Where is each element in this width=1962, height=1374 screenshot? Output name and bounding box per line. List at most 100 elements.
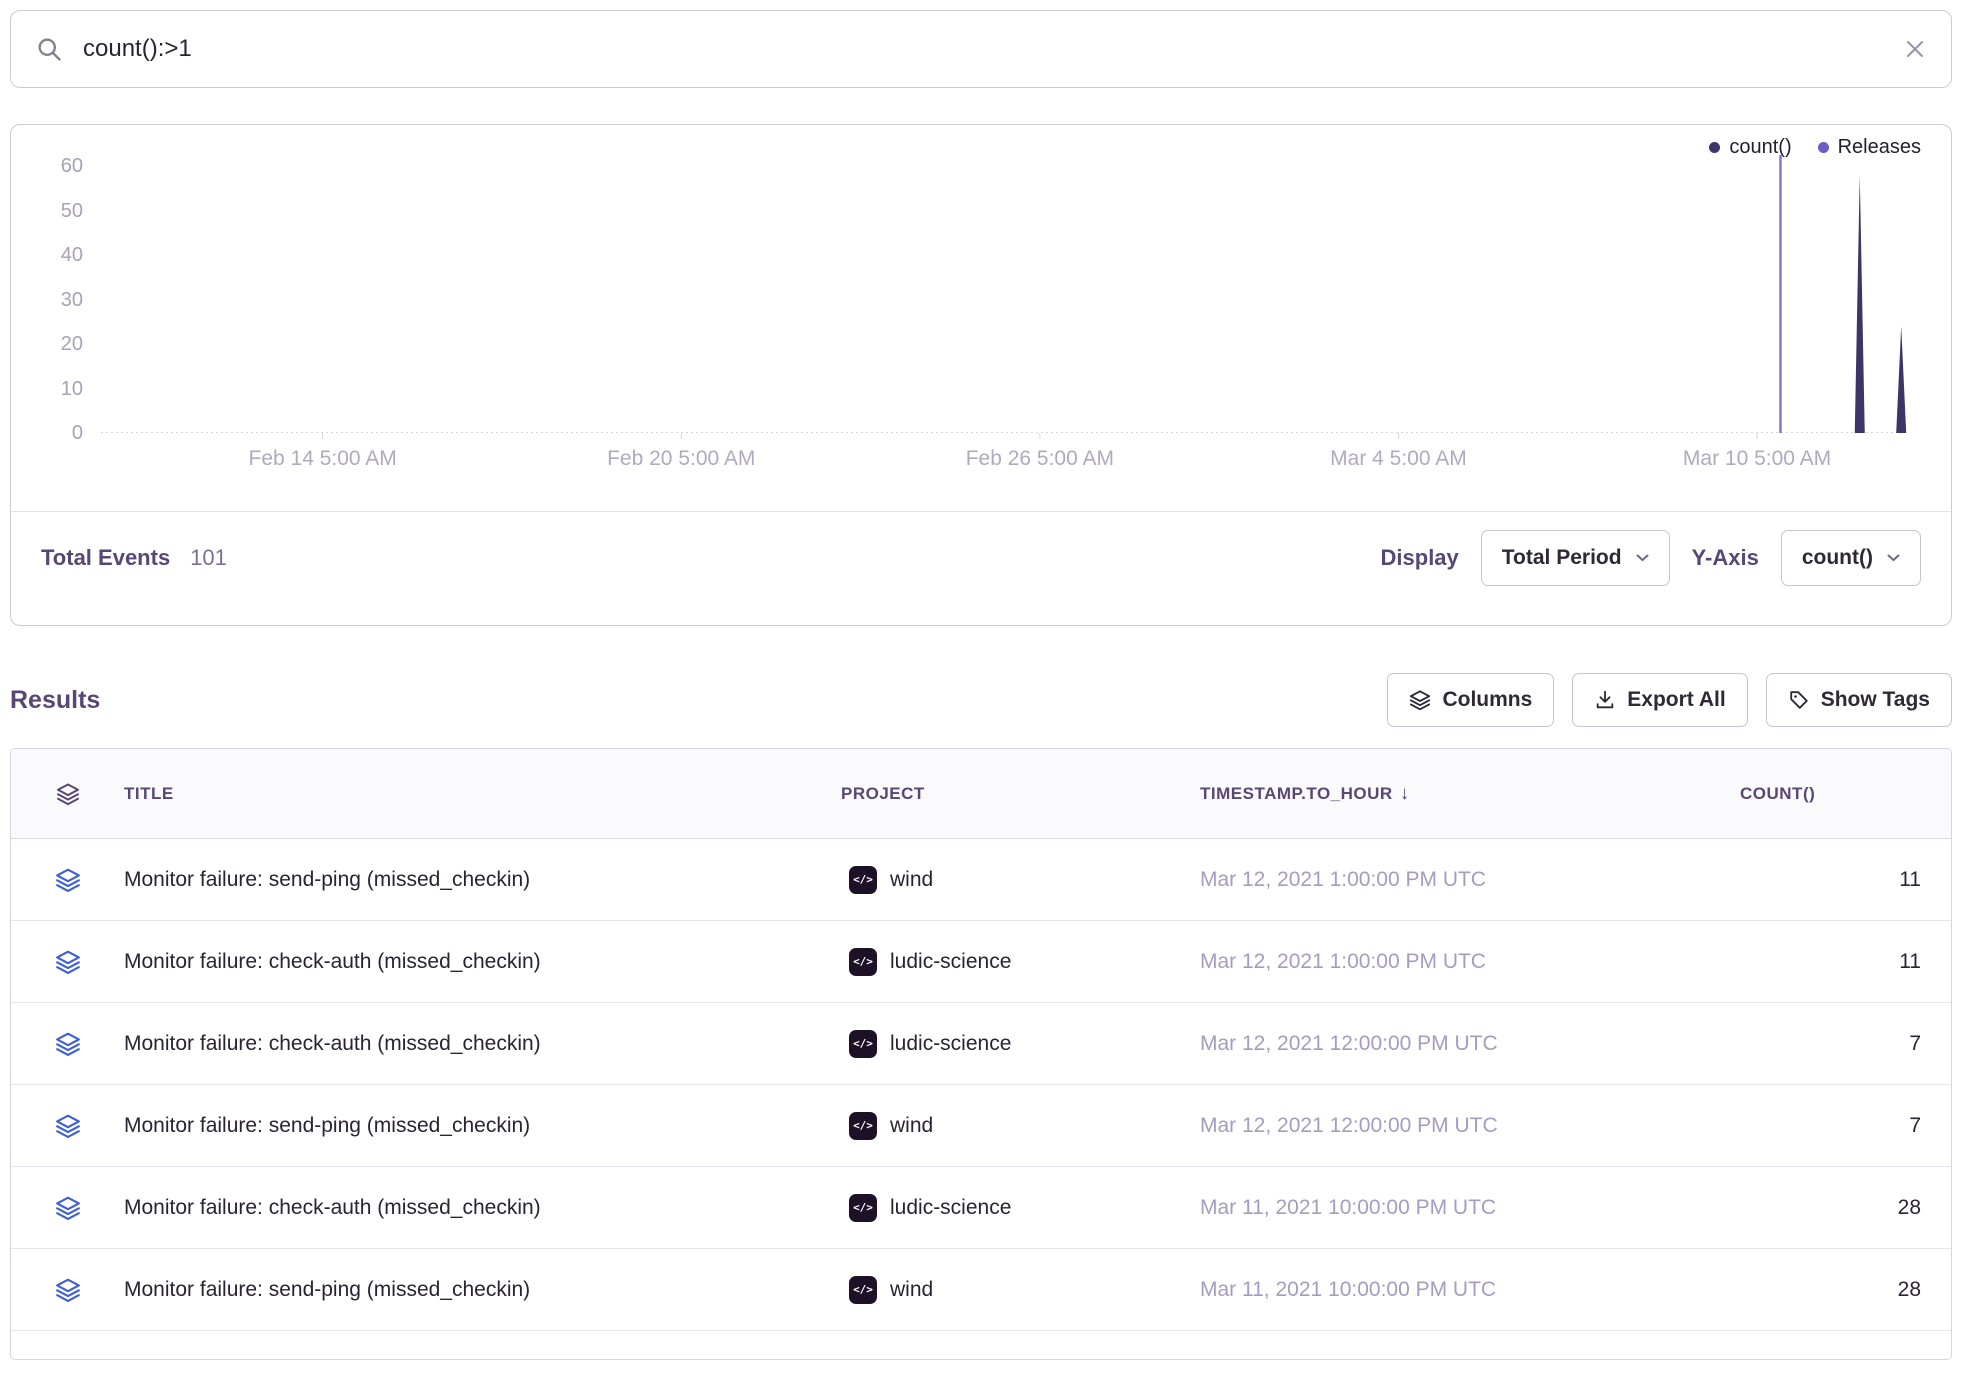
- tag-icon: [1788, 689, 1810, 711]
- count-cell: 7: [1740, 1114, 1921, 1138]
- project-cell: </> ludic-science: [841, 1030, 1200, 1058]
- yaxis-select-value: count(): [1802, 546, 1873, 570]
- stack-icon: [11, 782, 124, 806]
- column-header-timestamp-label: TIMESTAMP.TO_HOUR: [1200, 784, 1393, 804]
- chart-panel-footer: Total Events 101 Display Total Period Y-…: [11, 511, 1951, 604]
- stack-icon: [11, 1195, 124, 1221]
- event-title-link[interactable]: Monitor failure: send-ping (missed_check…: [124, 1278, 841, 1302]
- x-axis-tick-label: Feb 14 5:00 AM: [249, 447, 397, 471]
- clear-icon[interactable]: [1903, 37, 1927, 61]
- column-header-project-label: PROJECT: [841, 784, 925, 804]
- table-row[interactable]: Monitor failure: send-ping (missed_check…: [11, 1085, 1951, 1167]
- x-axis-tick-label: Mar 10 5:00 AM: [1683, 447, 1831, 471]
- timestamp-cell: Mar 12, 2021 1:00:00 PM UTC: [1200, 950, 1740, 974]
- column-header-count[interactable]: COUNT(): [1740, 784, 1921, 804]
- y-axis-tick-label: 50: [11, 198, 83, 224]
- table-row[interactable]: Monitor failure: check-auth (missed_chec…: [11, 921, 1951, 1003]
- timestamp-cell: Mar 12, 2021 1:00:00 PM UTC: [1200, 868, 1740, 892]
- results-table: TITLE PROJECT TIMESTAMP.TO_HOUR ↓ COUNT(…: [10, 748, 1952, 1360]
- results-heading: Results: [10, 686, 100, 715]
- x-axis-tick-label: Feb 26 5:00 AM: [966, 447, 1114, 471]
- count-cell: 11: [1740, 868, 1921, 892]
- table-row[interactable]: Monitor failure: send-ping (missed_check…: [11, 839, 1951, 921]
- count-cell: 28: [1740, 1196, 1921, 1220]
- search-icon: [35, 35, 63, 63]
- timestamp-cell: Mar 11, 2021 10:00:00 PM UTC: [1200, 1278, 1740, 1302]
- count-cell: 11: [1740, 950, 1921, 974]
- project-name: wind: [890, 1114, 933, 1138]
- table-header: TITLE PROJECT TIMESTAMP.TO_HOUR ↓ COUNT(…: [11, 749, 1951, 839]
- count-cell: 7: [1740, 1032, 1921, 1056]
- project-cell: </> ludic-science: [841, 1194, 1200, 1222]
- show-tags-button-label: Show Tags: [1821, 688, 1930, 712]
- column-header-timestamp[interactable]: TIMESTAMP.TO_HOUR ↓: [1200, 783, 1740, 805]
- project-icon: </>: [849, 1194, 877, 1222]
- display-select-value: Total Period: [1502, 546, 1622, 570]
- table-row[interactable]: Monitor failure: send-ping (missed_check…: [11, 1249, 1951, 1331]
- project-name: wind: [890, 868, 933, 892]
- count-cell: 28: [1740, 1278, 1921, 1302]
- layers-icon: [1409, 689, 1431, 711]
- results-header-row: Results Columns: [10, 673, 1952, 727]
- timestamp-cell: Mar 12, 2021 12:00:00 PM UTC: [1200, 1032, 1740, 1056]
- export-all-button[interactable]: Export All: [1572, 673, 1747, 727]
- events-chart-panel: count()Releases 0102030405060 Feb 14 5:0…: [10, 124, 1952, 626]
- project-cell: </> wind: [841, 866, 1200, 894]
- x-axis-tick-label: Mar 4 5:00 AM: [1330, 447, 1467, 471]
- project-icon: </>: [849, 1276, 877, 1304]
- total-events-value: 101: [190, 545, 227, 571]
- chart-legend: count()Releases: [11, 125, 1951, 149]
- table-body: Monitor failure: send-ping (missed_check…: [11, 839, 1951, 1331]
- discover-page: count()Releases 0102030405060 Feb 14 5:0…: [0, 0, 1962, 1370]
- y-axis-tick-label: 20: [11, 331, 83, 357]
- column-header-title[interactable]: TITLE: [124, 784, 841, 804]
- chart-svg: [101, 153, 1903, 433]
- stack-icon: [11, 1277, 124, 1303]
- column-header-project[interactable]: PROJECT: [841, 784, 1200, 804]
- event-title-link[interactable]: Monitor failure: check-auth (missed_chec…: [124, 1196, 841, 1220]
- yaxis-label: Y-Axis: [1692, 545, 1759, 571]
- columns-button-label: Columns: [1442, 688, 1532, 712]
- y-axis-tick-label: 30: [11, 287, 83, 313]
- total-events-label: Total Events: [41, 545, 170, 571]
- x-axis-tick-label: Feb 20 5:00 AM: [607, 447, 755, 471]
- yaxis-select[interactable]: count(): [1781, 530, 1921, 586]
- chevron-down-icon: [1636, 554, 1649, 562]
- timestamp-cell: Mar 11, 2021 10:00:00 PM UTC: [1200, 1196, 1740, 1220]
- project-icon: </>: [849, 1030, 877, 1058]
- table-row[interactable]: Monitor failure: check-auth (missed_chec…: [11, 1003, 1951, 1085]
- project-icon: </>: [849, 1112, 877, 1140]
- columns-button[interactable]: Columns: [1387, 673, 1554, 727]
- project-name: ludic-science: [890, 1196, 1011, 1220]
- event-title-link[interactable]: Monitor failure: send-ping (missed_check…: [124, 868, 841, 892]
- x-axis-labels: Feb 14 5:00 AM Feb 20 5:00 AM Feb 26 5:00 …: [101, 433, 1903, 477]
- y-axis-tick-label: 0: [11, 420, 83, 446]
- stack-icon: [11, 1031, 124, 1057]
- column-header-count-label: COUNT(): [1740, 784, 1815, 804]
- event-title-link[interactable]: Monitor failure: send-ping (missed_check…: [124, 1114, 841, 1138]
- project-cell: </> ludic-science: [841, 948, 1200, 976]
- display-label: Display: [1381, 545, 1459, 571]
- y-axis-tick-label: 10: [11, 376, 83, 402]
- stack-icon: [11, 949, 124, 975]
- project-icon: </>: [849, 866, 877, 894]
- count-series-spike: [1896, 326, 1906, 433]
- project-name: wind: [890, 1278, 933, 1302]
- project-cell: </> wind: [841, 1276, 1200, 1304]
- event-title-link[interactable]: Monitor failure: check-auth (missed_chec…: [124, 1032, 841, 1056]
- event-title-link[interactable]: Monitor failure: check-auth (missed_chec…: [124, 950, 841, 974]
- table-row[interactable]: Monitor failure: check-auth (missed_chec…: [11, 1167, 1951, 1249]
- show-tags-button[interactable]: Show Tags: [1766, 673, 1952, 727]
- chevron-down-icon: [1887, 554, 1900, 562]
- project-name: ludic-science: [890, 950, 1011, 974]
- stack-icon: [11, 1113, 124, 1139]
- export-all-button-label: Export All: [1627, 688, 1725, 712]
- project-icon: </>: [849, 948, 877, 976]
- search-bar[interactable]: [10, 10, 1952, 88]
- y-axis-labels: 0102030405060: [11, 153, 83, 433]
- search-input[interactable]: [81, 34, 1885, 64]
- display-select[interactable]: Total Period: [1481, 530, 1670, 586]
- download-icon: [1594, 689, 1616, 711]
- column-header-title-label: TITLE: [124, 784, 174, 804]
- project-name: ludic-science: [890, 1032, 1011, 1056]
